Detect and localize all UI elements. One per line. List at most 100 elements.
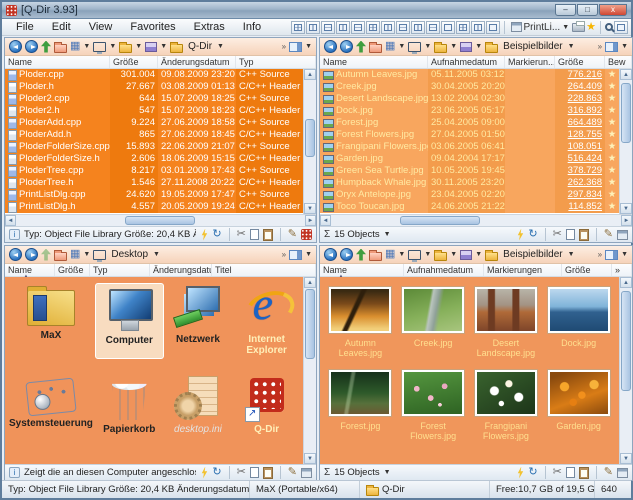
computer-menu-icon[interactable] bbox=[408, 42, 421, 52]
maximize-button[interactable]: □ bbox=[577, 4, 598, 16]
view-menu-icon[interactable]: ▦ bbox=[385, 249, 395, 260]
window-icon[interactable] bbox=[617, 230, 628, 240]
table-row[interactable]: Ploder2.h 547 15.07.2009 18:23 C/C++ Hea… bbox=[5, 105, 303, 117]
current-folder-status[interactable]: Q-Dir bbox=[360, 481, 490, 498]
horizontal-scrollbar[interactable]: ◄ ► bbox=[320, 214, 632, 226]
table-row[interactable]: PloderAdd.cpp 9.224 27.06.2009 18:58 C++… bbox=[5, 117, 303, 129]
table-row[interactable]: Garden.jpg 09.04.2004 17:17 516.424 ★ bbox=[320, 153, 619, 165]
column-header[interactable]: Aufnahmedatum bbox=[428, 56, 505, 68]
copy-icon[interactable] bbox=[566, 229, 575, 240]
rename-icon[interactable]: ✎ bbox=[604, 229, 613, 240]
refresh-icon[interactable]: ↻ bbox=[212, 467, 221, 478]
desktop-item[interactable]: Q-Dir bbox=[232, 373, 301, 438]
menu-item[interactable]: View bbox=[81, 20, 121, 34]
scrollbar-thumb[interactable] bbox=[305, 119, 315, 157]
quick-actions-icon[interactable] bbox=[516, 229, 524, 241]
table-row[interactable]: PrintListDlg.h 4.557 20.05.2009 19:24 C/… bbox=[5, 201, 303, 213]
address-path[interactable]: Q-Dir bbox=[186, 41, 214, 52]
column-header[interactable]: Name bbox=[5, 264, 55, 276]
table-row[interactable]: PloderAdd.h 865 27.06.2009 18:45 C/C++ H… bbox=[5, 129, 303, 141]
desktop-item[interactable]: Internet Explorer bbox=[232, 283, 301, 359]
desktop-item[interactable]: Computer bbox=[95, 283, 164, 359]
chevron-down-icon[interactable]: ▼ bbox=[450, 251, 457, 258]
chevron-down-icon[interactable]: ▼ bbox=[398, 251, 405, 258]
forward-icon[interactable] bbox=[25, 40, 38, 53]
layout-button[interactable] bbox=[426, 21, 440, 34]
copy-icon[interactable] bbox=[250, 229, 259, 240]
menu-item[interactable]: Edit bbox=[44, 20, 79, 34]
refresh-icon[interactable]: ↻ bbox=[528, 229, 537, 240]
printer-icon[interactable] bbox=[572, 23, 585, 32]
column-header[interactable]: Name bbox=[320, 56, 428, 68]
layout-button[interactable] bbox=[486, 21, 500, 34]
pane-switch-icon[interactable] bbox=[605, 42, 618, 52]
layout-button[interactable] bbox=[351, 21, 365, 34]
quick-actions-icon[interactable] bbox=[200, 229, 208, 241]
column-header[interactable]: Größe bbox=[55, 264, 90, 276]
pane-switch-icon[interactable] bbox=[289, 250, 302, 260]
desktop-item[interactable]: Papierkorb bbox=[95, 373, 164, 438]
vertical-scrollbar[interactable]: ▲ ▼ bbox=[619, 69, 632, 214]
table-row[interactable]: Forest.jpg 25.04.2005 09:00 664.489 ★ bbox=[320, 117, 619, 129]
desktop-item[interactable]: Netzwerk bbox=[164, 283, 233, 359]
desktop-item[interactable]: Systemsteuerung bbox=[7, 373, 95, 438]
address-path[interactable]: Desktop bbox=[109, 249, 150, 260]
table-row[interactable]: Frangipani Flowers.jpg 03.06.2005 06:41 … bbox=[320, 141, 619, 153]
computer-menu-icon[interactable] bbox=[93, 42, 106, 52]
menu-item[interactable]: Favorites bbox=[122, 20, 183, 34]
column-header[interactable]: Markierun... bbox=[505, 56, 555, 68]
chevron-down-icon[interactable]: ▼ bbox=[135, 43, 142, 50]
table-row[interactable]: Ploder.h 27.667 03.08.2009 01:13 C/C++ H… bbox=[5, 81, 303, 93]
paste-icon[interactable] bbox=[263, 229, 273, 241]
table-row[interactable]: Ploder2.cpp 644 15.07.2009 18:25 C++ Sou… bbox=[5, 93, 303, 105]
layout-button[interactable] bbox=[381, 21, 395, 34]
table-row[interactable]: Autumn Leaves.jpg 05.11.2005 03:12 776.2… bbox=[320, 69, 619, 81]
view-menu-icon[interactable]: ▦ bbox=[70, 41, 80, 52]
folder-history-icon[interactable] bbox=[369, 252, 382, 261]
scrollbar-thumb[interactable] bbox=[621, 83, 631, 143]
back-icon[interactable] bbox=[324, 248, 337, 261]
view-menu-icon[interactable]: ▦ bbox=[385, 41, 395, 52]
column-header[interactable]: Typ bbox=[90, 264, 150, 276]
scroll-down-icon[interactable]: ▼ bbox=[304, 453, 316, 464]
chevron-down-icon[interactable]: ▼ bbox=[424, 43, 431, 50]
scrollbar-thumb[interactable] bbox=[125, 216, 195, 225]
tools-menu-icon[interactable] bbox=[460, 42, 472, 52]
scrollbar-thumb[interactable] bbox=[305, 289, 315, 359]
copy-icon[interactable] bbox=[250, 467, 259, 478]
scroll-left-icon[interactable]: ◄ bbox=[320, 215, 331, 226]
scroll-down-icon[interactable]: ▼ bbox=[620, 453, 632, 464]
layout-button[interactable] bbox=[411, 21, 425, 34]
vertical-scrollbar[interactable]: ▲ ▼ bbox=[303, 277, 316, 464]
menu-item[interactable]: Extras bbox=[186, 20, 233, 34]
thumbnail-item[interactable]: Autumn Leaves.jpg bbox=[324, 287, 397, 358]
menu-item[interactable]: File bbox=[8, 20, 42, 34]
minimize-button[interactable]: – bbox=[555, 4, 576, 16]
desktop-item[interactable]: MaX bbox=[7, 283, 95, 359]
search-icon[interactable] bbox=[605, 23, 613, 31]
chevron-down-icon[interactable]: ▼ bbox=[217, 43, 224, 50]
column-header[interactable]: Name bbox=[5, 56, 110, 68]
thumbnail-item[interactable]: Forest.jpg bbox=[324, 370, 397, 441]
up-icon[interactable] bbox=[356, 249, 366, 261]
scroll-right-icon[interactable]: ► bbox=[305, 215, 316, 226]
folder-menu-icon[interactable] bbox=[434, 252, 447, 261]
thumbnail-item[interactable]: Creek.jpg bbox=[397, 287, 470, 358]
table-row[interactable]: Green Sea Turtle.jpg 10.05.2005 19:45 37… bbox=[320, 165, 619, 177]
paste-icon[interactable] bbox=[263, 467, 273, 479]
chevron-down-icon[interactable]: ▼ bbox=[621, 43, 628, 50]
cut-icon[interactable]: ✂ bbox=[553, 467, 562, 478]
forward-icon[interactable] bbox=[25, 248, 38, 261]
scroll-up-icon[interactable]: ▲ bbox=[304, 277, 316, 288]
thumbnail-item[interactable]: Frangipani Flowers.jpg bbox=[470, 370, 543, 441]
folder-history-icon[interactable] bbox=[54, 252, 67, 261]
view-menu-icon[interactable]: ▦ bbox=[70, 249, 80, 260]
chevron-down-icon[interactable]: ▼ bbox=[153, 251, 160, 258]
vertical-scrollbar[interactable]: ▲ ▼ bbox=[619, 277, 632, 464]
rename-icon[interactable]: ✎ bbox=[604, 467, 613, 478]
chevron-down-icon[interactable]: ▼ bbox=[83, 43, 90, 50]
folder-history-icon[interactable] bbox=[54, 44, 67, 53]
chevron-down-icon[interactable]: ▼ bbox=[384, 469, 391, 476]
table-row[interactable]: Dock.jpg 23.06.2005 05:17 316.892 ★ bbox=[320, 105, 619, 117]
back-icon[interactable] bbox=[324, 40, 337, 53]
